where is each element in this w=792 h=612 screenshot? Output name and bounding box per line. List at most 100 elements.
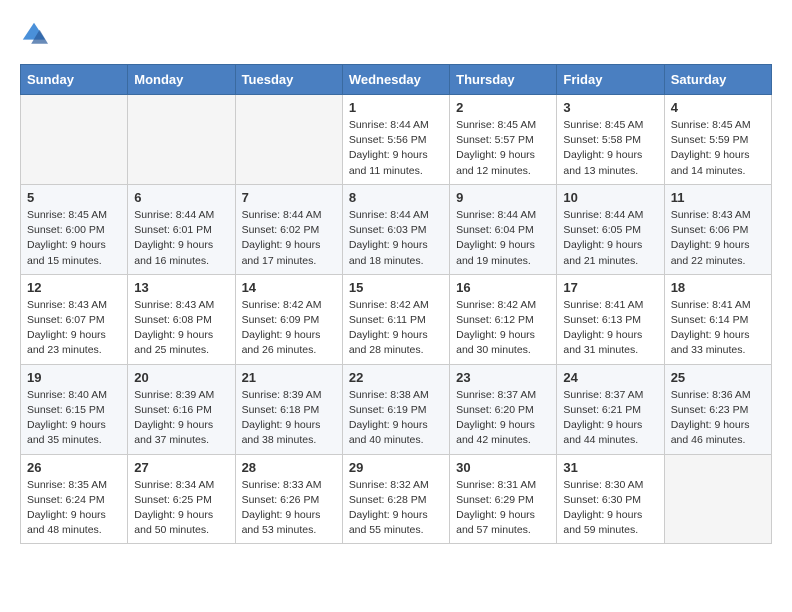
day-info: Sunrise: 8:45 AM Sunset: 6:00 PM Dayligh…	[27, 208, 121, 269]
calendar-cell: 23 Sunrise: 8:37 AM Sunset: 6:20 PM Dayli…	[450, 364, 557, 454]
day-info: Sunrise: 8:45 AM Sunset: 5:57 PM Dayligh…	[456, 118, 550, 179]
weekday-header-saturday: Saturday	[664, 65, 771, 95]
day-info: Sunrise: 8:37 AM Sunset: 6:21 PM Dayligh…	[563, 388, 657, 449]
day-number: 31	[563, 460, 657, 475]
week-row-2: 5 Sunrise: 8:45 AM Sunset: 6:00 PM Daylig…	[21, 184, 772, 274]
day-number: 4	[671, 100, 765, 115]
calendar-cell: 1 Sunrise: 8:44 AM Sunset: 5:56 PM Daylig…	[342, 95, 449, 185]
weekday-header-thursday: Thursday	[450, 65, 557, 95]
day-number: 12	[27, 280, 121, 295]
calendar-cell	[664, 454, 771, 544]
weekday-header-tuesday: Tuesday	[235, 65, 342, 95]
weekday-header-row: SundayMondayTuesdayWednesdayThursdayFrid…	[21, 65, 772, 95]
day-info: Sunrise: 8:42 AM Sunset: 6:12 PM Dayligh…	[456, 298, 550, 359]
day-info: Sunrise: 8:44 AM Sunset: 6:01 PM Dayligh…	[134, 208, 228, 269]
day-info: Sunrise: 8:44 AM Sunset: 5:56 PM Dayligh…	[349, 118, 443, 179]
week-row-3: 12 Sunrise: 8:43 AM Sunset: 6:07 PM Dayli…	[21, 274, 772, 364]
day-info: Sunrise: 8:37 AM Sunset: 6:20 PM Dayligh…	[456, 388, 550, 449]
day-number: 22	[349, 370, 443, 385]
day-number: 11	[671, 190, 765, 205]
day-number: 2	[456, 100, 550, 115]
day-info: Sunrise: 8:39 AM Sunset: 6:18 PM Dayligh…	[242, 388, 336, 449]
day-number: 25	[671, 370, 765, 385]
day-info: Sunrise: 8:33 AM Sunset: 6:26 PM Dayligh…	[242, 478, 336, 539]
calendar-cell: 15 Sunrise: 8:42 AM Sunset: 6:11 PM Dayli…	[342, 274, 449, 364]
calendar-cell: 16Sunrise: 8:42 AM Sunset: 6:12 PM Dayli…	[450, 274, 557, 364]
calendar-cell: 11 Sunrise: 8:43 AM Sunset: 6:06 PM Dayli…	[664, 184, 771, 274]
day-number: 29	[349, 460, 443, 475]
logo-icon	[20, 20, 48, 48]
calendar-cell: 28 Sunrise: 8:33 AM Sunset: 6:26 PM Dayli…	[235, 454, 342, 544]
day-number: 15	[349, 280, 443, 295]
day-info: Sunrise: 8:43 AM Sunset: 6:07 PM Dayligh…	[27, 298, 121, 359]
calendar-cell: 5 Sunrise: 8:45 AM Sunset: 6:00 PM Daylig…	[21, 184, 128, 274]
day-info: Sunrise: 8:44 AM Sunset: 6:03 PM Dayligh…	[349, 208, 443, 269]
weekday-header-monday: Monday	[128, 65, 235, 95]
calendar-cell	[21, 95, 128, 185]
calendar-cell: 17 Sunrise: 8:41 AM Sunset: 6:13 PM Dayli…	[557, 274, 664, 364]
day-info: Sunrise: 8:30 AM Sunset: 6:30 PM Dayligh…	[563, 478, 657, 539]
day-info: Sunrise: 8:34 AM Sunset: 6:25 PM Dayligh…	[134, 478, 228, 539]
calendar-cell: 13 Sunrise: 8:43 AM Sunset: 6:08 PM Dayli…	[128, 274, 235, 364]
day-info: Sunrise: 8:39 AM Sunset: 6:16 PM Dayligh…	[134, 388, 228, 449]
day-number: 26	[27, 460, 121, 475]
weekday-header-friday: Friday	[557, 65, 664, 95]
week-row-4: 19Sunrise: 8:40 AM Sunset: 6:15 PM Dayli…	[21, 364, 772, 454]
day-info: Sunrise: 8:45 AM Sunset: 5:58 PM Dayligh…	[563, 118, 657, 179]
day-number: 9	[456, 190, 550, 205]
day-number: 14	[242, 280, 336, 295]
calendar-cell: 29 Sunrise: 8:32 AM Sunset: 6:28 PM Dayli…	[342, 454, 449, 544]
day-info: Sunrise: 8:44 AM Sunset: 6:05 PM Dayligh…	[563, 208, 657, 269]
page-header	[20, 20, 772, 48]
day-info: Sunrise: 8:35 AM Sunset: 6:24 PM Dayligh…	[27, 478, 121, 539]
calendar-cell: 18 Sunrise: 8:41 AM Sunset: 6:14 PM Dayli…	[664, 274, 771, 364]
day-number: 30	[456, 460, 550, 475]
day-number: 3	[563, 100, 657, 115]
day-info: Sunrise: 8:43 AM Sunset: 6:06 PM Dayligh…	[671, 208, 765, 269]
calendar-cell: 3 Sunrise: 8:45 AM Sunset: 5:58 PM Daylig…	[557, 95, 664, 185]
weekday-header-wednesday: Wednesday	[342, 65, 449, 95]
day-number: 13	[134, 280, 228, 295]
calendar-cell: 14 Sunrise: 8:42 AM Sunset: 6:09 PM Dayli…	[235, 274, 342, 364]
day-number: 17	[563, 280, 657, 295]
calendar-cell: 6 Sunrise: 8:44 AM Sunset: 6:01 PM Daylig…	[128, 184, 235, 274]
day-info: Sunrise: 8:31 AM Sunset: 6:29 PM Dayligh…	[456, 478, 550, 539]
weekday-header-sunday: Sunday	[21, 65, 128, 95]
calendar-cell: 26 Sunrise: 8:35 AM Sunset: 6:24 PM Dayli…	[21, 454, 128, 544]
calendar-cell: 25Sunrise: 8:36 AM Sunset: 6:23 PM Dayli…	[664, 364, 771, 454]
day-number: 5	[27, 190, 121, 205]
calendar-cell: 31 Sunrise: 8:30 AM Sunset: 6:30 PM Dayli…	[557, 454, 664, 544]
day-info: Sunrise: 8:44 AM Sunset: 6:04 PM Dayligh…	[456, 208, 550, 269]
calendar-cell: 12 Sunrise: 8:43 AM Sunset: 6:07 PM Dayli…	[21, 274, 128, 364]
day-info: Sunrise: 8:42 AM Sunset: 6:09 PM Dayligh…	[242, 298, 336, 359]
week-row-5: 26 Sunrise: 8:35 AM Sunset: 6:24 PM Dayli…	[21, 454, 772, 544]
calendar-cell: 27Sunrise: 8:34 AM Sunset: 6:25 PM Dayli…	[128, 454, 235, 544]
calendar-cell: 2 Sunrise: 8:45 AM Sunset: 5:57 PM Daylig…	[450, 95, 557, 185]
day-number: 7	[242, 190, 336, 205]
calendar-cell: 4 Sunrise: 8:45 AM Sunset: 5:59 PM Daylig…	[664, 95, 771, 185]
day-info: Sunrise: 8:41 AM Sunset: 6:14 PM Dayligh…	[671, 298, 765, 359]
logo	[20, 20, 52, 48]
day-number: 8	[349, 190, 443, 205]
day-number: 6	[134, 190, 228, 205]
day-info: Sunrise: 8:40 AM Sunset: 6:15 PM Dayligh…	[27, 388, 121, 449]
day-number: 18	[671, 280, 765, 295]
day-number: 24	[563, 370, 657, 385]
calendar-cell: 20 Sunrise: 8:39 AM Sunset: 6:16 PM Dayli…	[128, 364, 235, 454]
day-number: 1	[349, 100, 443, 115]
day-info: Sunrise: 8:45 AM Sunset: 5:59 PM Dayligh…	[671, 118, 765, 179]
day-number: 28	[242, 460, 336, 475]
calendar-cell: 10 Sunrise: 8:44 AM Sunset: 6:05 PM Dayli…	[557, 184, 664, 274]
day-info: Sunrise: 8:43 AM Sunset: 6:08 PM Dayligh…	[134, 298, 228, 359]
day-info: Sunrise: 8:38 AM Sunset: 6:19 PM Dayligh…	[349, 388, 443, 449]
calendar-cell: 7Sunrise: 8:44 AM Sunset: 6:02 PM Daylig…	[235, 184, 342, 274]
day-info: Sunrise: 8:32 AM Sunset: 6:28 PM Dayligh…	[349, 478, 443, 539]
calendar-table: SundayMondayTuesdayWednesdayThursdayFrid…	[20, 64, 772, 544]
day-number: 21	[242, 370, 336, 385]
day-info: Sunrise: 8:42 AM Sunset: 6:11 PM Dayligh…	[349, 298, 443, 359]
day-number: 23	[456, 370, 550, 385]
day-number: 10	[563, 190, 657, 205]
day-number: 20	[134, 370, 228, 385]
day-info: Sunrise: 8:41 AM Sunset: 6:13 PM Dayligh…	[563, 298, 657, 359]
calendar-cell	[128, 95, 235, 185]
